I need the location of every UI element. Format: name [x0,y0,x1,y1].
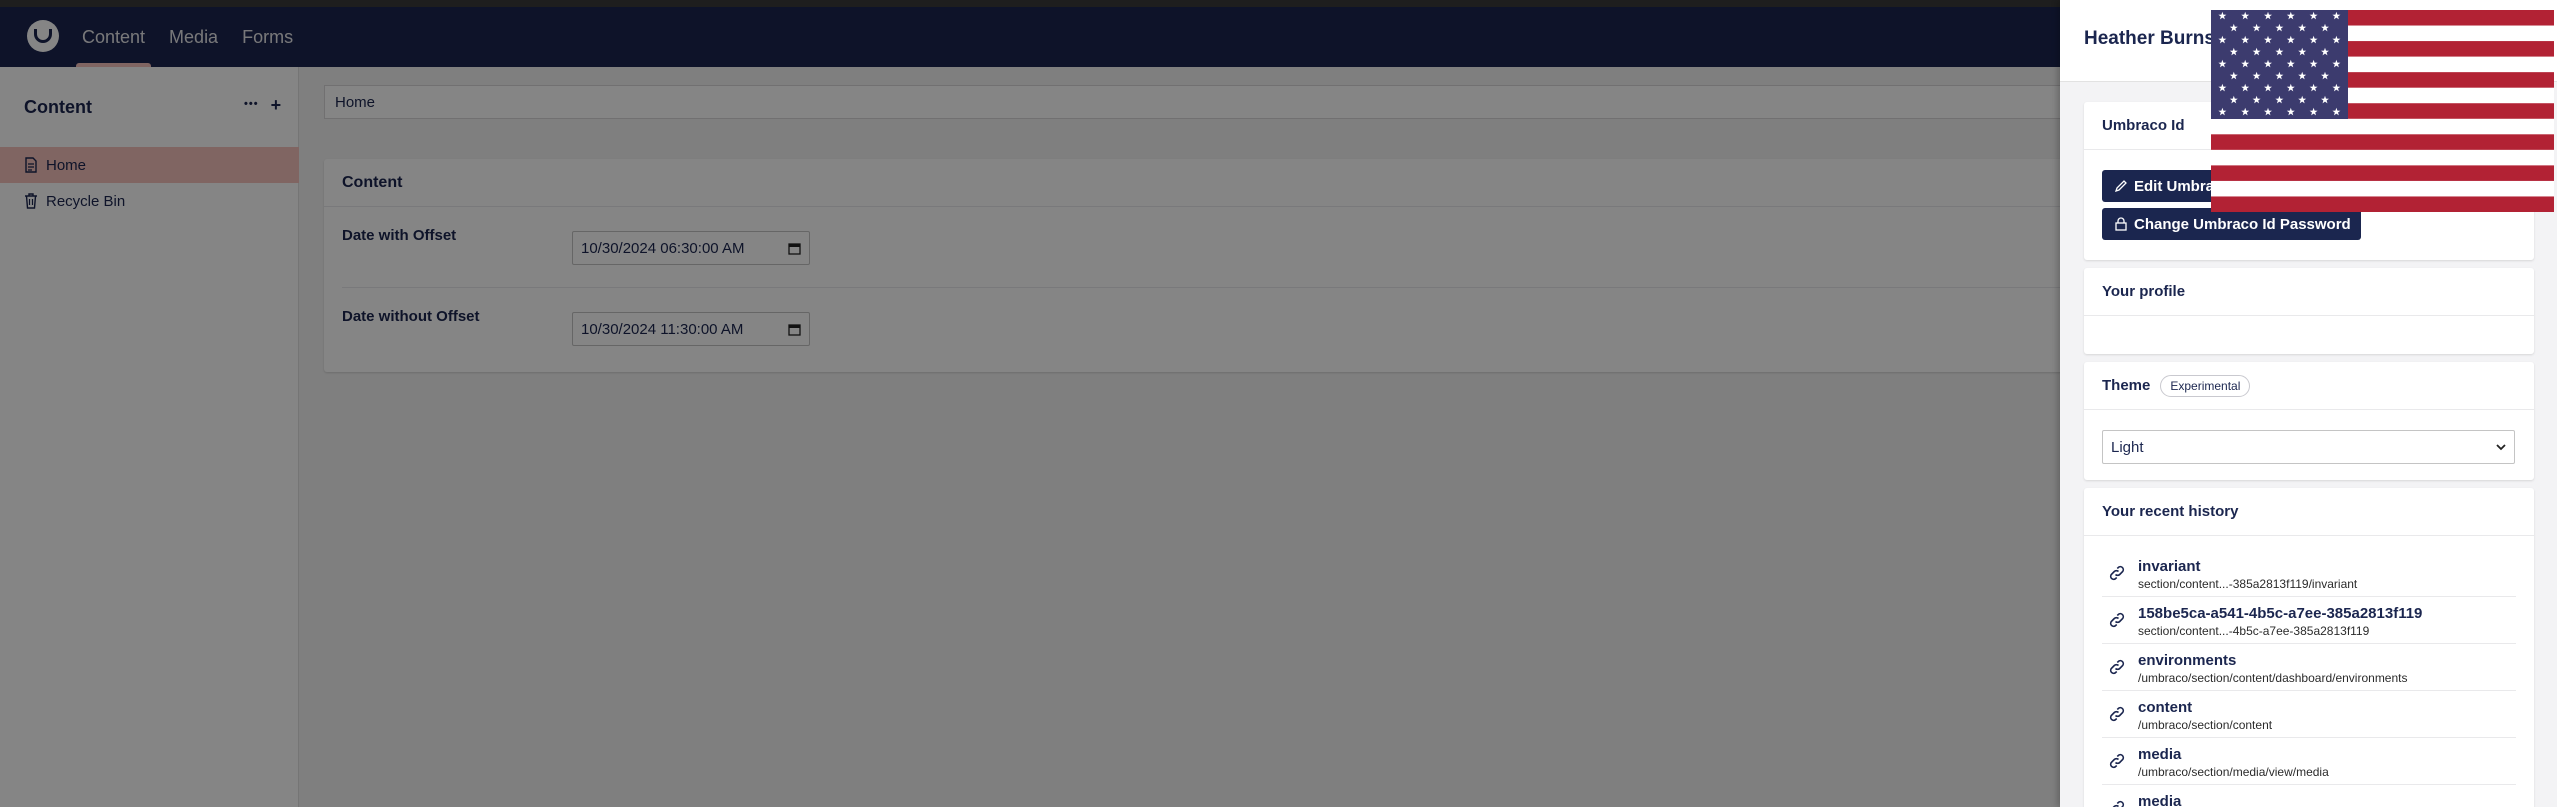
change-password-button[interactable]: Change Umbraco Id Password [2102,208,2361,240]
history-item-title: media [2138,793,2182,807]
history-item-title: invariant [2138,558,2201,575]
history-item-title: 158be5ca-a541-4b5c-a7ee-385a2813f119 [2138,605,2423,622]
history-item[interactable]: media /umbraco/section/media/view/media [2102,738,2516,785]
link-icon [2109,659,2125,675]
pencil-icon [2114,180,2127,193]
theme-select[interactable]: Light [2102,430,2515,464]
link-icon [2109,706,2125,722]
profile-box: Your profile [2084,268,2534,354]
modal-backdrop[interactable] [0,0,2060,807]
lock-icon [2115,217,2127,231]
experimental-badge: Experimental [2160,374,2251,397]
box-title: Your profile [2084,268,2534,316]
theme-heading: Theme Experimental [2084,362,2534,410]
history-item-title: media [2138,746,2182,763]
us-flag-icon [2211,10,2554,212]
button-label: Change Umbraco Id Password [2134,215,2351,233]
history-item[interactable]: content /umbraco/section/content [2102,691,2516,738]
history-item-path: section/content...-4b5c-a7ee-385a2813f11… [2138,624,2370,638]
box-title: Theme [2102,377,2151,394]
history-item[interactable]: invariant section/content...-385a2813f11… [2102,550,2516,597]
history-item-path: /umbraco/section/content [2138,718,2273,732]
history-item-path: /umbraco/section/media/view/media [2138,765,2329,779]
history-item-path: section/content...-385a2813f119/invarian… [2138,577,2358,591]
history-item-title: content [2138,699,2193,716]
link-icon [2109,565,2125,581]
link-icon [2109,753,2125,769]
current-user-panel: Heather Burns Umbraco Id Edit Umbraco Id… [2060,0,2557,807]
selected-theme: Light [2111,438,2144,456]
chevron-down-icon [2496,443,2506,450]
history-item[interactable]: environments /umbraco/section/content/da… [2102,644,2516,691]
theme-box: Theme Experimental Light [2084,362,2534,480]
user-name: Heather Burns [2084,28,2215,49]
box-title: Your recent history [2084,488,2534,536]
history-item[interactable]: 158be5ca-a541-4b5c-a7ee-385a2813f119 sec… [2102,597,2516,644]
history-item-path: /umbraco/section/content/dashboard/envir… [2138,671,2408,685]
history-item[interactable]: media [2102,785,2516,807]
history-item-title: environments [2138,652,2237,669]
link-icon [2112,800,2125,807]
recent-history-box: Your recent history invariant section/co… [2084,488,2534,807]
link-icon [2109,612,2125,628]
